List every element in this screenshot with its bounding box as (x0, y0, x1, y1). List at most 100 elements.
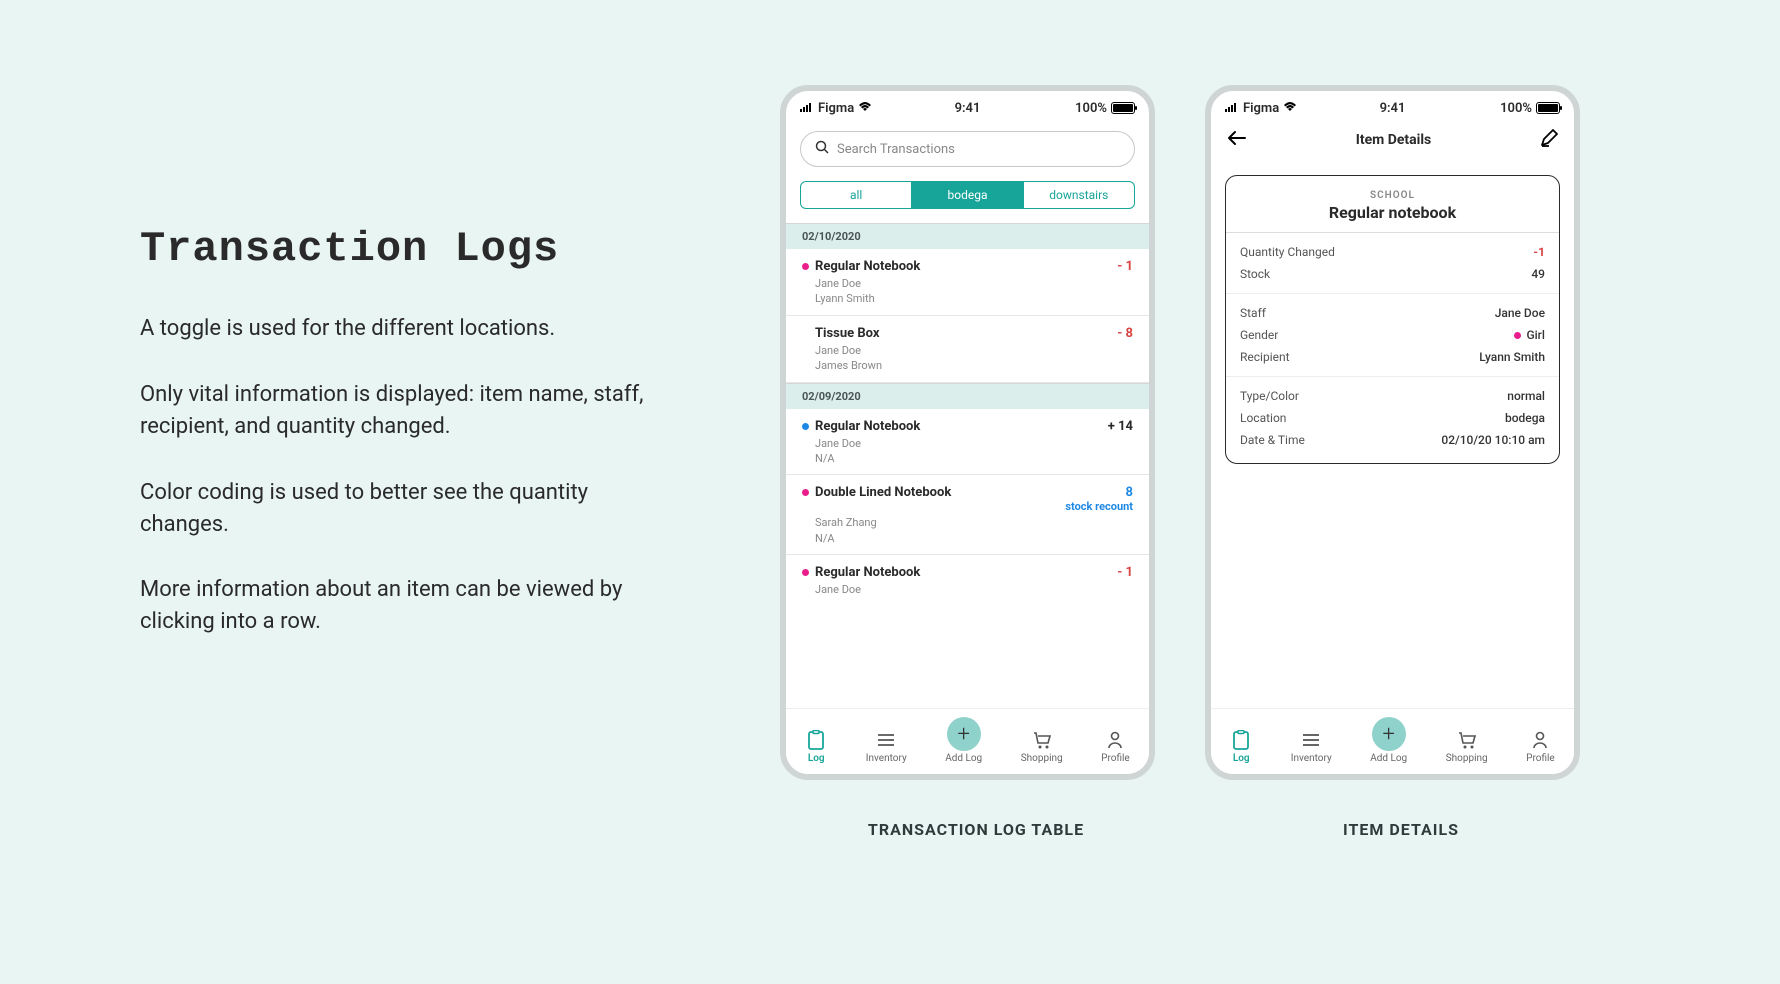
status-time: 9:41 (1380, 101, 1406, 116)
person-icon (1529, 729, 1551, 751)
log-item-name: Tissue Box (815, 326, 880, 341)
nav-label: Log (1233, 753, 1250, 764)
dot-icon (802, 423, 809, 430)
status-bar: Figma 9:41 100% (786, 91, 1149, 119)
nav-label: Shopping (1021, 753, 1063, 764)
stock-label: Stock (1240, 267, 1270, 281)
segment-all[interactable]: all (801, 182, 911, 208)
battery-icon (1536, 102, 1560, 114)
log-item-name: Regular Notebook (815, 259, 920, 274)
gender-label: Gender (1240, 328, 1278, 342)
location-toggle: all bodega downstairs (800, 181, 1135, 209)
search-icon (815, 140, 829, 158)
segment-downstairs[interactable]: downstairs (1023, 182, 1134, 208)
log-recipient: Lyann Smith (815, 291, 1133, 306)
nav-label: Add Log (945, 753, 982, 764)
log-row[interactable]: Regular Notebook + 14 Jane Doe N/A (786, 409, 1149, 476)
nav-add-log[interactable]: + Add Log (1370, 717, 1407, 764)
nav-label: Add Log (1370, 753, 1407, 764)
log-staff: Jane Doe (815, 436, 1133, 451)
segment-bodega[interactable]: bodega (911, 182, 1022, 208)
item-detail-card: SCHOOL Regular notebook Quantity Changed… (1225, 175, 1560, 464)
battery-percent: 100% (1075, 101, 1107, 116)
nav-profile[interactable]: Profile (1101, 729, 1130, 764)
log-qty: - 1 (1117, 565, 1133, 580)
nav-label: Inventory (866, 753, 907, 764)
phone-item-details: Figma 9:41 100% Item Details SCHOOL Regu… (1205, 85, 1580, 780)
nav-label: Profile (1101, 753, 1130, 764)
status-time: 9:41 (955, 101, 981, 116)
dot-icon (802, 489, 809, 496)
log-item-name: Regular Notebook (815, 565, 920, 580)
log-qty: + 14 (1108, 419, 1133, 434)
nav-add-log[interactable]: + Add Log (945, 717, 982, 764)
datetime-label: Date & Time (1240, 433, 1305, 447)
nav-inventory[interactable]: Inventory (866, 729, 907, 764)
nav-log[interactable]: Log (805, 729, 827, 764)
nav-label: Profile (1526, 753, 1555, 764)
description-panel: Transaction Logs A toggle is used for th… (140, 225, 670, 672)
signal-icon (1225, 101, 1239, 116)
recipient-label: Recipient (1240, 350, 1290, 364)
status-bar: Figma 9:41 100% (1211, 91, 1574, 119)
caption-item-details: ITEM DETAILS (1205, 820, 1597, 839)
type-label: Type/Color (1240, 389, 1299, 403)
detail-item-name: Regular notebook (1226, 203, 1559, 222)
nav-log[interactable]: Log (1230, 729, 1252, 764)
log-qty-note: stock recount (1065, 500, 1133, 513)
qty-changed-value: -1 (1533, 245, 1545, 259)
nav-profile[interactable]: Profile (1526, 729, 1555, 764)
log-row[interactable]: Regular Notebook - 1 Jane Doe Lyann Smit… (786, 249, 1149, 316)
back-button[interactable] (1227, 130, 1247, 150)
dot-icon (1514, 332, 1521, 339)
nav-shopping[interactable]: Shopping (1446, 729, 1488, 764)
wifi-icon (858, 101, 872, 116)
location-value: bodega (1505, 411, 1545, 425)
log-staff: Jane Doe (815, 582, 1133, 597)
description-p1: A toggle is used for the different locat… (140, 313, 670, 345)
detail-category: SCHOOL (1226, 190, 1559, 201)
cart-icon (1031, 729, 1053, 751)
detail-header: Item Details (1211, 119, 1574, 157)
log-recipient: N/A (815, 531, 1133, 546)
date-header: 02/09/2020 (786, 383, 1149, 409)
signal-icon (800, 101, 814, 116)
log-qty: 8 (1065, 485, 1133, 500)
gender-value: Girl (1526, 328, 1545, 342)
description-p4: More information about an item can be vi… (140, 574, 670, 638)
description-p2: Only vital information is displayed: ite… (140, 379, 670, 443)
log-staff: Jane Doe (815, 343, 1133, 358)
carrier-label: Figma (1243, 101, 1279, 116)
location-label: Location (1240, 411, 1286, 425)
description-p3: Color coding is used to better see the q… (140, 477, 670, 541)
battery-icon (1111, 102, 1135, 114)
nav-shopping[interactable]: Shopping (1021, 729, 1063, 764)
log-qty: - 8 (1117, 326, 1133, 341)
qty-changed-label: Quantity Changed (1240, 245, 1335, 259)
search-input[interactable]: Search Transactions (800, 131, 1135, 167)
nav-label: Shopping (1446, 753, 1488, 764)
log-recipient: James Brown (815, 358, 1133, 373)
battery-percent: 100% (1500, 101, 1532, 116)
nav-label: Log (808, 753, 825, 764)
log-item-name: Regular Notebook (815, 419, 920, 434)
datetime-value: 02/10/20 10:10 am (1441, 433, 1545, 447)
edit-button[interactable] (1540, 129, 1558, 151)
nav-inventory[interactable]: Inventory (1291, 729, 1332, 764)
staff-value: Jane Doe (1495, 306, 1545, 320)
log-row[interactable]: Double Lined Notebook 8 stock recount Sa… (786, 475, 1149, 555)
log-staff: Jane Doe (815, 276, 1133, 291)
dot-icon (802, 263, 809, 270)
log-row[interactable]: Tissue Box - 8 Jane Doe James Brown (786, 316, 1149, 383)
screen-title: Item Details (1356, 132, 1432, 148)
stock-value: 49 (1531, 267, 1545, 281)
caption-transaction-log: TRANSACTION LOG TABLE (780, 820, 1172, 839)
clipboard-icon (1230, 729, 1252, 751)
wifi-icon (1283, 101, 1297, 116)
clipboard-icon (805, 729, 827, 751)
log-qty: - 1 (1117, 259, 1133, 274)
menu-icon (1300, 729, 1322, 751)
log-row[interactable]: Regular Notebook - 1 Jane Doe (786, 555, 1149, 605)
person-icon (1104, 729, 1126, 751)
bottom-nav: Log Inventory + Add Log Shopping Profile (786, 708, 1149, 774)
